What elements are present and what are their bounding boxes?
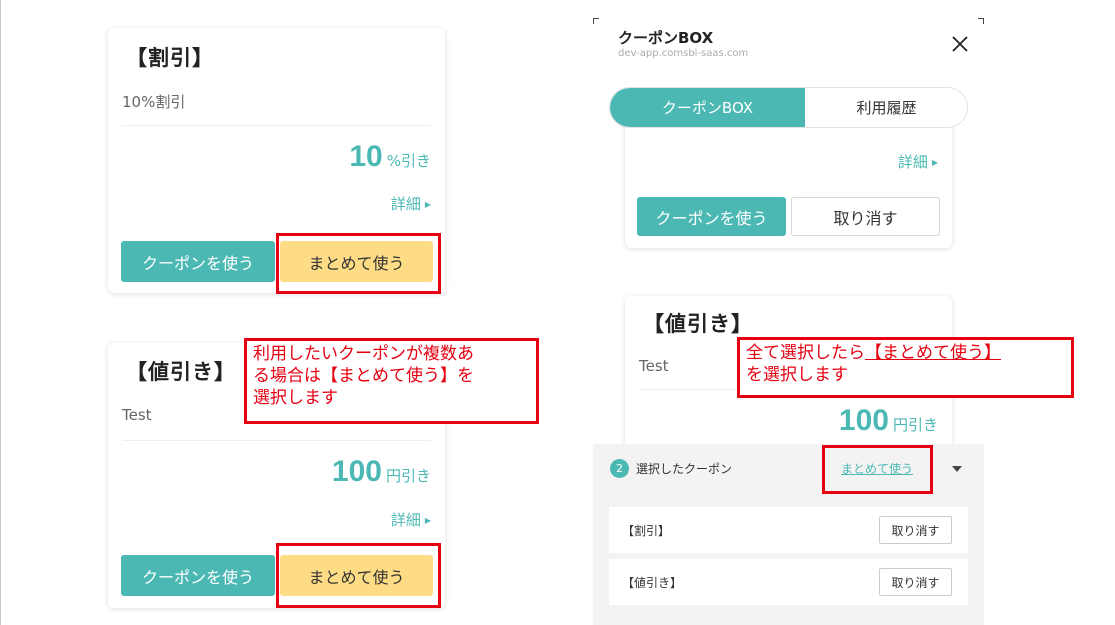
modal-title: クーポンBOX — [618, 29, 714, 47]
coupon-description: Test — [639, 357, 669, 375]
coupon-title: 【値引き】 — [643, 312, 753, 336]
amount-value: 10 — [349, 140, 383, 173]
amount-unit: %引き — [386, 152, 431, 170]
tab-coupon-box[interactable]: クーポンBOX — [610, 88, 805, 127]
details-link[interactable]: 詳細 ▶ — [391, 509, 431, 530]
use-coupon-button[interactable]: クーポンを使う — [637, 197, 786, 236]
use-coupon-button[interactable]: クーポンを使う — [121, 241, 275, 282]
amount-value: 100 — [331, 455, 382, 488]
coupon-title: 【値引き】 — [126, 360, 236, 384]
cancel-button[interactable]: 取り消す — [791, 197, 940, 236]
selected-item-name: 【値引き】 — [622, 576, 683, 590]
callout-line: を選択します — [746, 365, 848, 385]
details-link[interactable]: 詳細 ▶ — [898, 151, 938, 172]
corner-mark — [978, 18, 984, 24]
close-icon[interactable] — [948, 32, 972, 56]
selected-coupons-list: 【割引】 取り消す 【値引き】 取り消す — [593, 494, 984, 625]
callout-line: る場合は【まとめて使う】を — [253, 366, 474, 386]
callout-line: 利用したいクーポンが複数あ — [253, 344, 474, 364]
card-divider — [122, 440, 431, 441]
modal-url: dev-app.comsbi-saas.com — [618, 48, 749, 59]
list-item: 【値引き】 取り消す — [609, 559, 968, 605]
card-divider — [122, 125, 431, 126]
callout-highlight: 【まとめて使う】 — [865, 343, 1001, 363]
coupon-description: Test — [122, 406, 152, 424]
highlight-box-bulk-link — [822, 445, 933, 494]
triangle-right-icon: ▶ — [424, 200, 431, 209]
remove-button[interactable]: 取り消す — [879, 568, 952, 596]
coupon-amount: 100 円引き — [839, 404, 938, 438]
highlight-box-bulk-2 — [276, 543, 441, 608]
callout-line: 全て選択したら【まとめて使う】 — [746, 342, 1065, 364]
amount-value: 100 — [838, 404, 889, 437]
tab-usage-history[interactable]: 利用履歴 — [805, 88, 967, 127]
selected-coupons-label: 選択したクーポン — [636, 462, 733, 476]
triangle-right-icon: ▶ — [424, 516, 431, 525]
amount-unit: 円引き — [892, 416, 938, 434]
details-label: 詳細 — [897, 153, 928, 171]
details-label: 詳細 — [390, 511, 421, 529]
annotation-callout-left: 利用したいクーポンが複数あ る場合は【まとめて使う】を 選択します — [244, 338, 539, 424]
corner-mark — [593, 18, 599, 24]
coupon-description: 10%割引 — [122, 93, 186, 111]
callout-prefix: 全て選択したら — [746, 343, 865, 363]
use-coupon-button[interactable]: クーポンを使う — [121, 555, 275, 596]
annotation-callout-right: 全て選択したら【まとめて使う】 を選択します — [737, 337, 1074, 398]
coupon-amount: 100 円引き — [332, 455, 431, 489]
list-item: 【割引】 取り消す — [609, 507, 968, 553]
details-link[interactable]: 詳細 ▶ — [391, 193, 431, 214]
selected-count-badge: 2 — [610, 459, 629, 478]
triangle-right-icon: ▶ — [931, 158, 938, 167]
amount-unit: 円引き — [385, 467, 431, 485]
callout-line: 選択します — [253, 388, 338, 408]
caret-down-icon[interactable] — [952, 466, 962, 472]
coupon-title: 【割引】 — [126, 46, 214, 70]
highlight-box-bulk-1 — [276, 233, 441, 294]
coupon-amount: 10 %引き — [349, 140, 431, 174]
tab-bar: クーポンBOX 利用履歴 — [609, 87, 968, 128]
details-label: 詳細 — [390, 195, 421, 213]
left-edge-line — [0, 0, 1, 625]
selected-item-name: 【割引】 — [622, 524, 671, 538]
remove-button[interactable]: 取り消す — [879, 516, 952, 544]
